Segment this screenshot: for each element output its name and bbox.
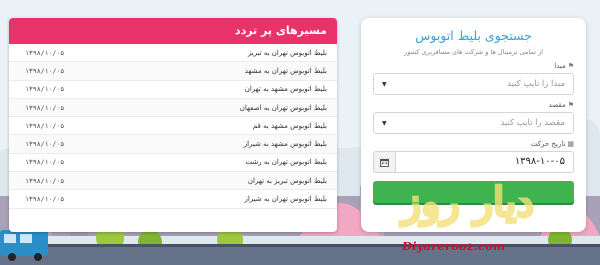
destination-select[interactable]: مقصد را تایپ کنید ▼ [373,112,574,134]
route-item[interactable]: ۱۳۹۸/۱۰/۰۵ بلیط اتوبوس مشهد به شیراز [9,135,337,154]
map-pin-icon: ⚑ [567,62,574,70]
caret-down-icon: ▼ [382,80,387,88]
route-name: بلیط اتوبوس تبریز به تهران [247,176,327,185]
route-date: ۱۳۹۸/۱۰/۰۵ [25,121,65,130]
frequent-routes-panel: مسیرهای پر تردد ۱۳۹۸/۱۰/۰۵ بلیط اتوبوس ته… [9,18,337,232]
destination-placeholder: مقصد را تایپ کنید [500,118,565,128]
frequent-routes-list: ۱۳۹۸/۱۰/۰۵ بلیط اتوبوس تهران به تبریز ۱۳۹۸… [9,44,337,209]
origin-label: ⚑ مبدا [373,62,574,70]
route-name: بلیط اتوبوس تهران به اصفهان [239,103,327,112]
date-label: ▦ تاریخ حرکت [373,140,574,148]
route-item[interactable]: ۱۳۹۸/۱۰/۰۵ بلیط اتوبوس تهران به شیراز [9,190,337,209]
date-label-text: تاریخ حرکت [530,140,566,148]
route-item[interactable]: ۱۳۹۸/۱۰/۰۵ بلیط اتوبوس تهران به اصفهان [9,98,337,118]
route-name: بلیط اتوبوس تهران به شیراز [244,195,327,204]
route-date: ۱۳۹۸/۱۰/۰۵ [25,140,65,149]
route-item[interactable]: ۱۳۹۸/۱۰/۰۵ بلیط اتوبوس تهران به تبریز [9,44,337,63]
route-name: بلیط اتوبوس مشهد به تهران [244,85,327,94]
calendar-button[interactable] [373,151,395,173]
route-date: ۱۳۹۸/۱۰/۰۵ [25,103,65,112]
route-name: بلیط اتوبوس تهران به تبریز [247,48,327,57]
route-date: ۱۳۹۸/۱۰/۰۵ [25,85,65,94]
map-pin-icon: ⚑ [567,101,574,109]
destination-label: ⚑ مقصد [373,101,574,109]
frequent-routes-title: مسیرهای پر تردد [9,18,337,44]
origin-label-text: مبدا [554,62,566,70]
search-button[interactable] [373,181,574,203]
origin-placeholder: مبدا را تایپ کنید [507,79,565,89]
departure-date-input[interactable]: ۱۳۹۸-۱۰-۰۵ [395,151,574,173]
calendar-icon [380,158,389,167]
route-name: بلیط اتوبوس مشهد به شیراز [243,140,327,149]
route-date: ۱۳۹۸/۱۰/۰۵ [25,195,65,204]
route-item[interactable]: ۱۳۹۸/۱۰/۰۵ بلیط اتوبوس مشهد به قم [9,117,337,136]
route-name: بلیط اتوبوس مشهد به قم [252,121,327,130]
departure-date-field: ۱۳۹۸-۱۰-۰۵ [373,151,574,173]
route-item[interactable]: ۱۳۹۸/۱۰/۰۵ بلیط اتوبوس مشهد به تهران [9,81,337,99]
route-date: ۱۳۹۸/۱۰/۰۵ [25,158,65,167]
search-title: جستجوی بلیط اتوبوس [415,28,532,43]
watermark-url: Diyarerooz.com [402,239,506,253]
calendar-small-icon: ▦ [567,140,574,148]
route-date: ۱۳۹۸/۱۰/۰۵ [25,176,65,185]
route-item[interactable]: ۱۳۹۸/۱۰/۰۵ بلیط اتوبوس تهران به مشهد [9,62,337,81]
search-subtitle: از تمامی ترمینال ها و شرکت های مسافربری … [404,48,543,56]
route-item[interactable]: ۱۳۹۸/۱۰/۰۵ بلیط اتوبوس تبریز به تهران [9,172,337,191]
caret-down-icon: ▼ [382,119,387,127]
route-name: بلیط اتوبوس تهران به مشهد [244,66,327,75]
origin-select[interactable]: مبدا را تایپ کنید ▼ [373,73,574,95]
route-date: ۱۳۹۸/۱۰/۰۵ [25,66,65,75]
bus-ticket-search-card: جستجوی بلیط اتوبوس از تمامی ترمینال ها و… [361,18,586,232]
destination-label-text: مقصد [548,101,566,109]
route-date: ۱۳۹۸/۱۰/۰۵ [25,48,65,57]
route-item[interactable]: ۱۳۹۸/۱۰/۰۵ بلیط اتوبوس تهران به رشت [9,154,337,173]
route-name: بلیط اتوبوس تهران به رشت [245,158,327,167]
